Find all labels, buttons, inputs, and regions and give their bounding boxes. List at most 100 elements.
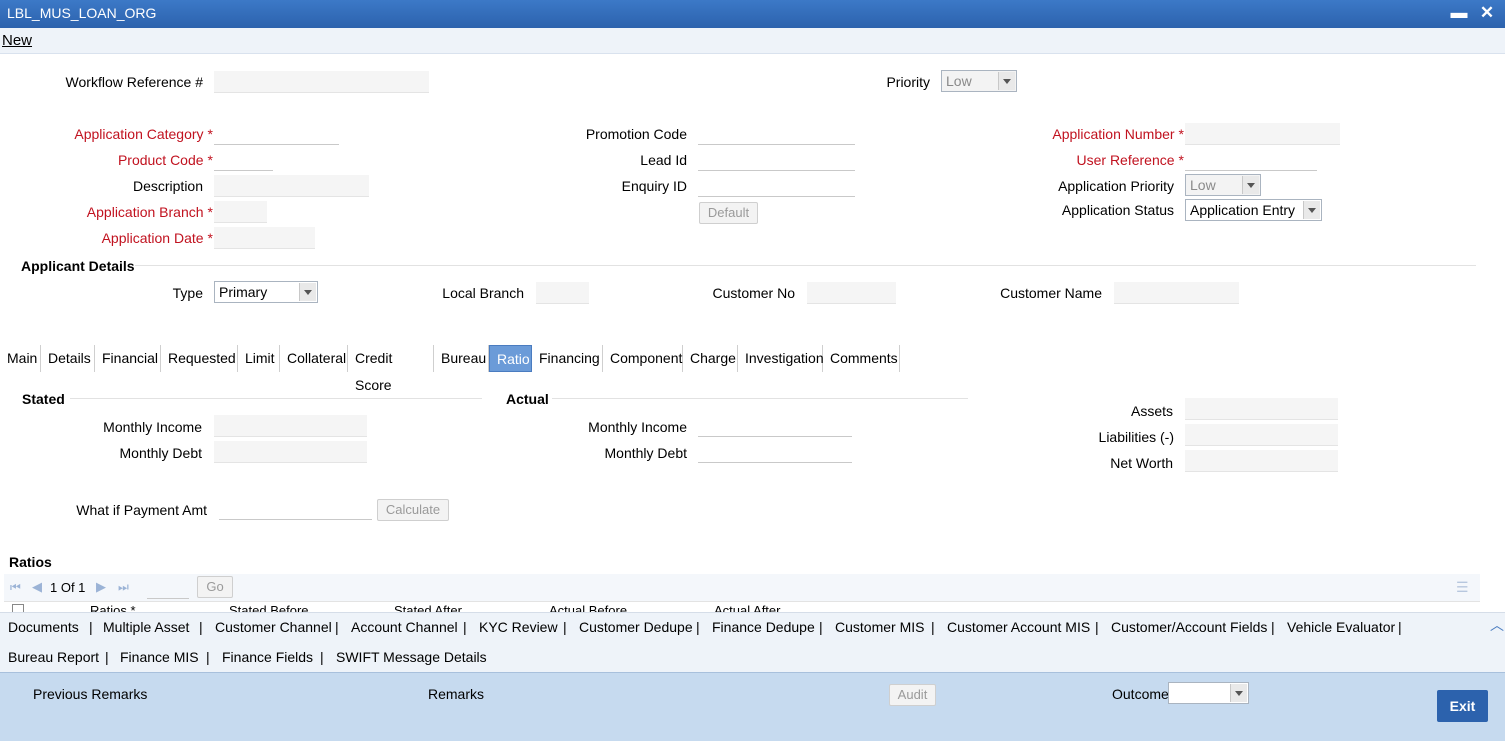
tab-component[interactable]: Component bbox=[603, 345, 683, 372]
link-customer-channel[interactable]: Customer Channel bbox=[215, 619, 332, 635]
link-separator: | bbox=[696, 619, 700, 635]
tab-financing[interactable]: Financing bbox=[532, 345, 603, 372]
assets-field[interactable] bbox=[1185, 398, 1338, 420]
actual-monthly-income-field[interactable] bbox=[698, 415, 852, 437]
link-customer-dedupe[interactable]: Customer Dedupe bbox=[579, 619, 693, 635]
workflow-ref-label: Workflow Reference # bbox=[65, 74, 203, 90]
minimize-icon[interactable]: ▬ bbox=[1449, 3, 1469, 23]
footer: Previous Remarks Remarks Audit Outcome E… bbox=[0, 672, 1505, 741]
link-finance-mis[interactable]: Finance MIS bbox=[120, 649, 199, 665]
liabilities-field[interactable] bbox=[1185, 424, 1338, 446]
application-date-label: Application Date * bbox=[101, 230, 213, 246]
exit-button[interactable]: Exit bbox=[1437, 690, 1488, 722]
link-kyc-review[interactable]: KYC Review bbox=[479, 619, 558, 635]
link-account-channel[interactable]: Account Channel bbox=[351, 619, 458, 635]
tab-bureau[interactable]: Bureau bbox=[434, 345, 489, 372]
product-code-field[interactable] bbox=[214, 149, 273, 171]
description-label: Description bbox=[132, 178, 203, 194]
link-bureau-report[interactable]: Bureau Report bbox=[8, 649, 99, 665]
grid-settings-icon[interactable]: ☰ bbox=[1456, 579, 1469, 596]
calculate-button[interactable]: Calculate bbox=[377, 499, 449, 521]
application-status-select[interactable]: Application Entry bbox=[1185, 199, 1322, 221]
application-date-field[interactable] bbox=[214, 227, 315, 249]
product-code-label: Product Code * bbox=[117, 152, 213, 168]
customer-no-field[interactable] bbox=[807, 282, 896, 304]
close-icon[interactable]: ✕ bbox=[1477, 3, 1497, 23]
last-page-icon[interactable]: ⏭ bbox=[118, 580, 129, 595]
collapse-icon[interactable]: ︿ bbox=[1490, 615, 1504, 635]
type-value: Primary bbox=[219, 284, 268, 300]
stated-monthly-debt-field[interactable] bbox=[214, 441, 367, 463]
link-customer-account-fields[interactable]: Customer/Account Fields bbox=[1111, 619, 1267, 635]
promotion-code-field[interactable] bbox=[698, 123, 855, 145]
default-button[interactable]: Default bbox=[699, 202, 758, 224]
local-branch-field[interactable] bbox=[536, 282, 589, 304]
link-vehicle-evaluator[interactable]: Vehicle Evaluator bbox=[1287, 619, 1395, 635]
application-number-label: Application Number * bbox=[1052, 126, 1184, 142]
stated-monthly-income-field[interactable] bbox=[214, 415, 367, 437]
link-separator: | bbox=[931, 619, 935, 635]
application-number-field[interactable] bbox=[1185, 123, 1340, 145]
what-if-payment-label: What if Payment Amt bbox=[76, 502, 207, 518]
link-swift-message-details[interactable]: SWIFT Message Details bbox=[336, 649, 487, 665]
chevron-down-icon bbox=[1242, 176, 1259, 194]
tab-collateral[interactable]: Collateral bbox=[280, 345, 348, 372]
enquiry-id-label: Enquiry ID bbox=[621, 178, 687, 194]
link-customer-mis[interactable]: Customer MIS bbox=[835, 619, 924, 635]
section-divider bbox=[70, 398, 482, 399]
tab-comments[interactable]: Comments bbox=[823, 345, 900, 372]
lead-id-field[interactable] bbox=[698, 149, 855, 171]
priority-label: Priority bbox=[886, 74, 930, 90]
application-priority-select[interactable]: Low bbox=[1185, 174, 1261, 196]
workflow-ref-field[interactable] bbox=[214, 71, 429, 93]
tab-charge[interactable]: Charge bbox=[683, 345, 738, 372]
what-if-payment-field[interactable] bbox=[219, 498, 372, 520]
description-field[interactable] bbox=[214, 175, 369, 197]
type-select[interactable]: Primary bbox=[214, 281, 318, 303]
actual-title: Actual bbox=[506, 391, 549, 407]
link-finance-fields[interactable]: Finance Fields bbox=[222, 649, 313, 665]
audit-button[interactable]: Audit bbox=[889, 684, 936, 706]
enquiry-id-field[interactable] bbox=[698, 175, 855, 197]
link-separator: | bbox=[463, 619, 467, 635]
tab-details[interactable]: Details bbox=[41, 345, 95, 372]
actual-monthly-debt-field[interactable] bbox=[698, 441, 852, 463]
grid-column-header: Ratios * bbox=[90, 603, 136, 612]
tab-financial[interactable]: Financial bbox=[95, 345, 161, 372]
customer-no-label: Customer No bbox=[712, 285, 795, 301]
tab-ratio[interactable]: Ratio bbox=[489, 345, 532, 372]
tab-main[interactable]: Main bbox=[0, 345, 41, 372]
previous-remarks-label[interactable]: Previous Remarks bbox=[33, 686, 147, 702]
user-reference-field[interactable] bbox=[1185, 149, 1317, 171]
first-page-icon[interactable]: ⏮ bbox=[10, 580, 21, 595]
link-documents[interactable]: Documents bbox=[8, 619, 79, 635]
grid-column-header: Stated Before bbox=[229, 603, 309, 612]
application-status-label: Application Status bbox=[1061, 202, 1174, 218]
application-category-field[interactable] bbox=[214, 123, 339, 145]
priority-select[interactable]: Low bbox=[941, 70, 1017, 92]
tab-investigation[interactable]: Investigation bbox=[738, 345, 824, 372]
application-branch-field[interactable] bbox=[214, 201, 267, 223]
application-priority-value: Low bbox=[1190, 177, 1216, 193]
go-button[interactable]: Go bbox=[197, 576, 233, 598]
net-worth-field[interactable] bbox=[1185, 450, 1338, 472]
tab-requested[interactable]: Requested bbox=[161, 345, 238, 372]
link-multiple-asset[interactable]: Multiple Asset bbox=[103, 619, 189, 635]
outcome-select[interactable] bbox=[1168, 682, 1249, 704]
window-title: LBL_MUS_LOAN_ORG bbox=[7, 5, 157, 21]
link-separator: | bbox=[206, 649, 210, 665]
link-finance-dedupe[interactable]: Finance Dedupe bbox=[712, 619, 815, 635]
link-customer-account-mis[interactable]: Customer Account MIS bbox=[947, 619, 1090, 635]
next-page-icon[interactable]: ▶ bbox=[96, 579, 106, 595]
new-link[interactable]: New bbox=[2, 32, 32, 49]
select-all-checkbox[interactable] bbox=[12, 604, 24, 612]
page-number-field[interactable] bbox=[147, 577, 189, 599]
outcome-label: Outcome bbox=[1112, 686, 1169, 702]
customer-name-field[interactable] bbox=[1114, 282, 1239, 304]
application-branch-label: Application Branch * bbox=[86, 204, 213, 220]
tab-credit-score[interactable]: Credit Score bbox=[348, 345, 434, 393]
remarks-label[interactable]: Remarks bbox=[428, 686, 484, 702]
link-separator: | bbox=[335, 619, 339, 635]
prev-page-icon[interactable]: ◀ bbox=[32, 579, 42, 595]
tab-limit[interactable]: Limit bbox=[238, 345, 280, 372]
